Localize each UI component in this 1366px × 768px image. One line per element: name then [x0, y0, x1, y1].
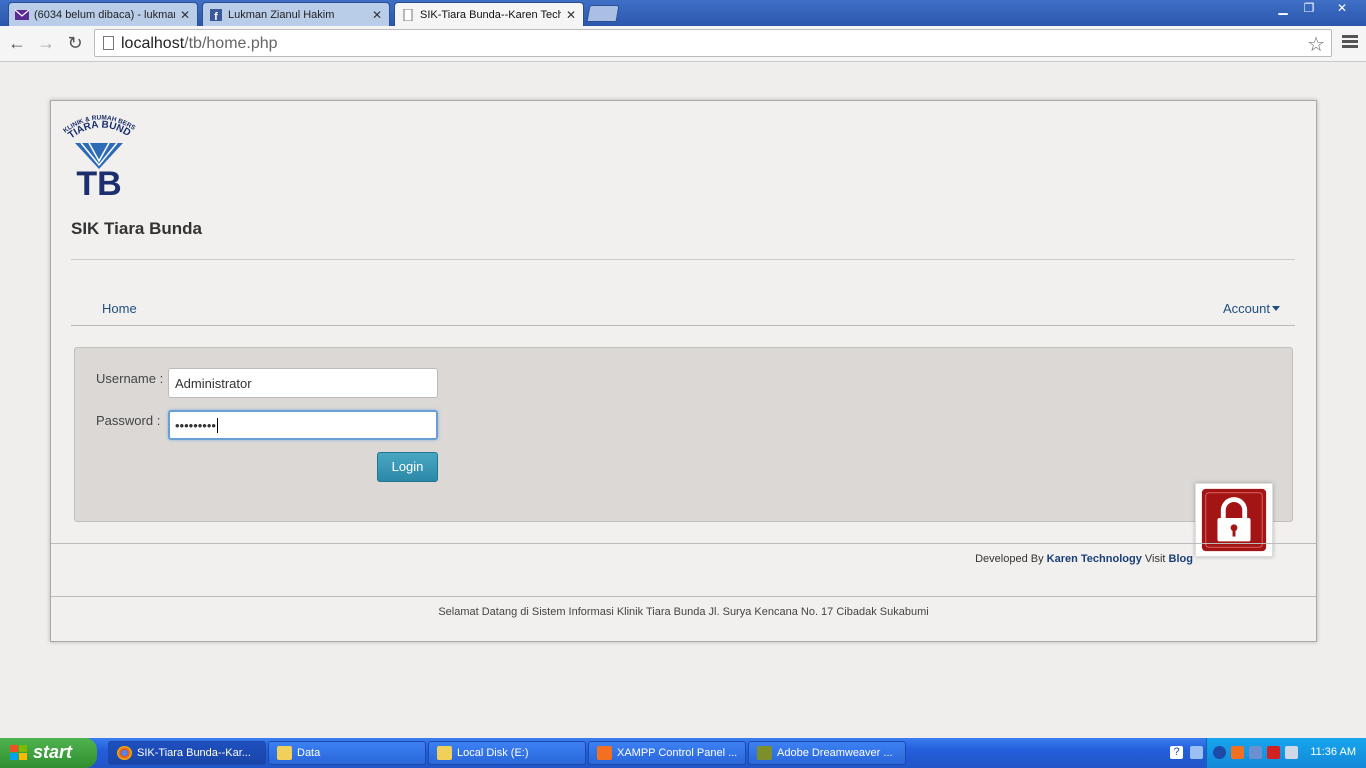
svg-text:f: f — [214, 11, 218, 21]
password-mask: ••••••••• — [175, 418, 216, 433]
volume-icon[interactable] — [1285, 746, 1298, 759]
tiara-bunda-logo: KLINIK & RUMAH BERSALIN TIARA BUNDA TB — [55, 103, 137, 199]
username-input[interactable]: Administrator — [168, 368, 438, 398]
clock: 11:36 AM — [1310, 746, 1356, 758]
browser-tab-strip: (6034 belum dibaca) - lukmar ✕ f Lukman … — [0, 0, 1366, 26]
network-icon[interactable] — [1190, 746, 1203, 759]
welcome-footer: Selamat Datang di Sistem Informasi Klini… — [438, 606, 929, 618]
xampp-icon — [597, 746, 612, 760]
divider — [51, 596, 1316, 597]
display-icon[interactable] — [1249, 746, 1262, 759]
taskbar: start SIK-Tiara Bunda--Kar... Data Local… — [0, 738, 1366, 768]
lock-icon — [1195, 483, 1273, 557]
facebook-icon: f — [210, 8, 222, 21]
tab-title: SIK-Tiara Bunda--Karen Tech — [420, 8, 561, 21]
close-icon[interactable]: ✕ — [179, 8, 191, 22]
svg-text:TB: TB — [76, 165, 121, 199]
caret-down-icon — [1272, 306, 1280, 311]
help-icon[interactable]: ? — [1170, 746, 1183, 759]
username-label: Username : — [96, 371, 164, 386]
start-button[interactable]: start — [0, 738, 97, 768]
tab-facebook[interactable]: f Lukman Zianul Hakim ✕ — [202, 2, 390, 26]
browser-toolbar: ← → ↻ localhost/tb/home.php ☆ — [0, 26, 1366, 62]
login-form: Username : Administrator Password : ••••… — [74, 347, 1293, 522]
folder-icon — [437, 746, 452, 760]
folder-icon — [277, 746, 292, 760]
password-input[interactable]: ••••••••• — [168, 410, 438, 440]
restore-button[interactable]: ❐ — [1296, 0, 1322, 18]
site-title: SIK Tiara Bunda — [71, 219, 202, 238]
nav-account-dropdown[interactable]: Account — [1223, 301, 1280, 316]
nav-home-link[interactable]: Home — [102, 301, 137, 316]
developer-credit: Developed By Karen Technology Visit Blog — [975, 553, 1193, 565]
back-button[interactable]: ← — [5, 32, 29, 54]
blog-link[interactable]: Blog — [1169, 553, 1193, 565]
page-icon — [403, 8, 413, 21]
taskbar-item-local-disk[interactable]: Local Disk (E:) — [428, 741, 586, 765]
page-icon — [103, 36, 114, 50]
dreamweaver-icon — [757, 746, 772, 760]
web-page: KLINIK & RUMAH BERSALIN TIARA BUNDA TB S… — [0, 62, 1366, 738]
divider — [51, 543, 1316, 544]
tab-sik-tiara-bunda[interactable]: SIK-Tiara Bunda--Karen Tech ✕ — [394, 2, 584, 26]
url-text: localhost/tb/home.php — [121, 35, 278, 52]
divider — [71, 259, 1295, 260]
system-tray: 11:36 AM — [1206, 738, 1366, 768]
menu-icon[interactable] — [1342, 35, 1358, 49]
taskbar-item-chrome[interactable]: SIK-Tiara Bunda--Kar... — [108, 741, 266, 765]
xampp-tray-icon[interactable] — [1231, 746, 1244, 759]
address-bar[interactable]: localhost/tb/home.php ☆ — [94, 29, 1332, 57]
karen-technology-link[interactable]: Karen Technology — [1047, 553, 1142, 565]
close-icon[interactable]: ✕ — [371, 8, 383, 22]
minimize-button[interactable]: ▁ — [1270, 0, 1296, 18]
close-icon[interactable]: ✕ — [565, 8, 577, 22]
chrome-icon — [117, 746, 132, 760]
windows-flag-icon — [10, 745, 27, 760]
mail-icon — [15, 9, 29, 20]
login-button[interactable]: Login — [377, 452, 438, 482]
tab-email[interactable]: (6034 belum dibaca) - lukmar ✕ — [8, 2, 198, 26]
taskbar-item-dreamweaver[interactable]: Adobe Dreamweaver ... — [748, 741, 906, 765]
new-tab-button[interactable] — [586, 5, 620, 22]
taskbar-item-xampp[interactable]: XAMPP Control Panel ... — [588, 741, 746, 765]
antivirus-icon[interactable] — [1267, 746, 1280, 759]
taskbar-item-data[interactable]: Data — [268, 741, 426, 765]
reload-button[interactable]: ↻ — [63, 32, 87, 54]
password-label: Password : — [96, 413, 161, 428]
divider — [71, 325, 1295, 326]
chevron-left-icon[interactable] — [1213, 746, 1226, 759]
main-panel: KLINIK & RUMAH BERSALIN TIARA BUNDA TB S… — [50, 100, 1317, 642]
forward-button[interactable]: → — [34, 32, 58, 54]
tab-title: Lukman Zianul Hakim — [228, 8, 335, 21]
tab-title: (6034 belum dibaca) - lukmar — [34, 8, 175, 21]
account-label: Account — [1223, 301, 1270, 316]
bookmark-star-icon[interactable]: ☆ — [1307, 32, 1325, 57]
close-window-button[interactable]: ✕ — [1322, 0, 1362, 18]
